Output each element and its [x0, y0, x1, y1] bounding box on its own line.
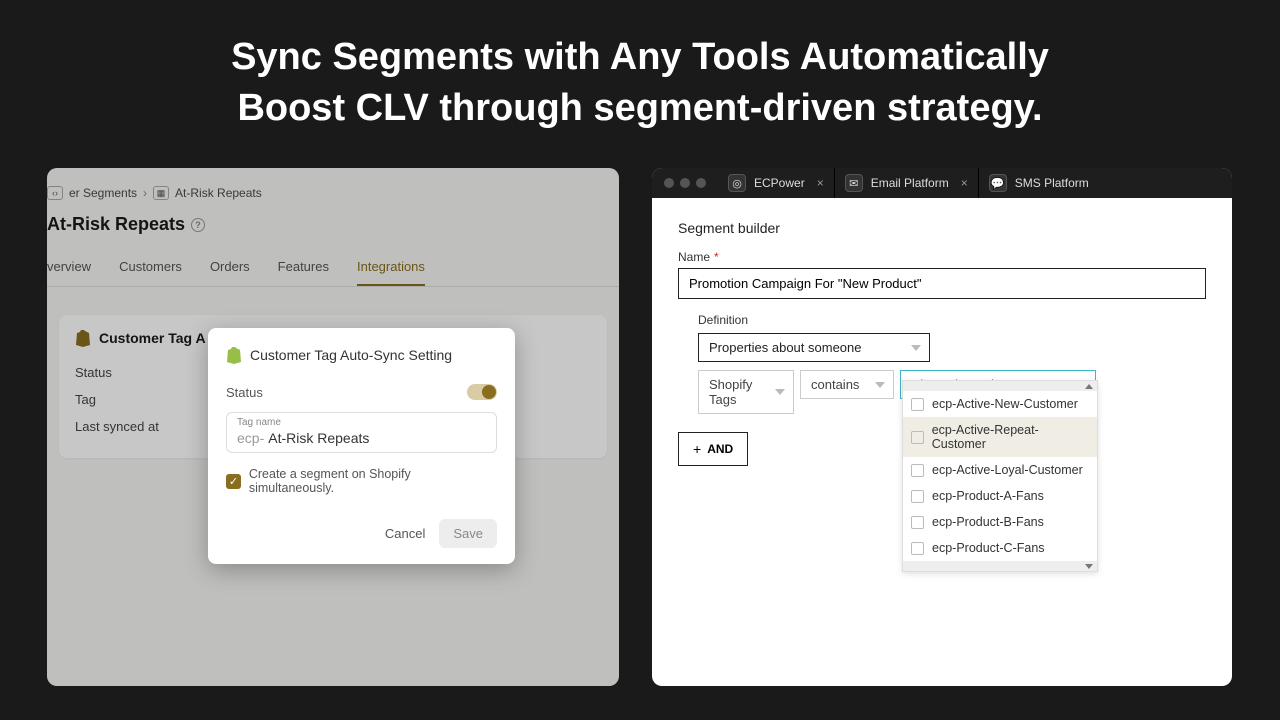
- modal-title: Customer Tag Auto-Sync Setting: [226, 346, 497, 364]
- modal-status-row: Status: [226, 384, 497, 400]
- autosync-modal: Customer Tag Auto-Sync Setting Status Ta…: [208, 328, 515, 564]
- definition-label: Definition: [698, 313, 1206, 327]
- chevron-down-icon: [911, 345, 921, 351]
- tab-label: ECPower: [754, 176, 805, 190]
- option-label: ecp-Active-Loyal-Customer: [932, 463, 1083, 477]
- tab-label: Email Platform: [871, 176, 949, 190]
- required-asterisk: *: [714, 250, 719, 264]
- plus-icon: +: [693, 441, 701, 457]
- dropdown-option[interactable]: ecp-Active-Loyal-Customer: [903, 457, 1097, 483]
- tab-sms-platform[interactable]: 💬 SMS Platform: [979, 168, 1099, 198]
- tag-name-input-container[interactable]: Tag name ecp- At-Risk Repeats: [226, 412, 497, 453]
- dropdown-option[interactable]: ecp-Product-C-Fans: [903, 535, 1097, 561]
- option-label: ecp-Product-A-Fans: [932, 489, 1044, 503]
- option-checkbox[interactable]: [911, 464, 924, 477]
- add-and-condition-button[interactable]: + AND: [678, 432, 748, 466]
- filter-field-value: Shopify Tags: [709, 377, 765, 407]
- name-label-text: Name: [678, 250, 710, 264]
- arrow-up-icon: [1085, 384, 1093, 389]
- segment-builder-title: Segment builder: [678, 220, 1206, 236]
- option-checkbox[interactable]: [911, 431, 924, 444]
- option-label: ecp-Active-New-Customer: [932, 397, 1078, 411]
- tag-name-input[interactable]: At-Risk Repeats: [268, 430, 369, 446]
- tab-ecpower[interactable]: ◎ ECPower ×: [718, 168, 835, 198]
- modal-title-text: Customer Tag Auto-Sync Setting: [250, 347, 452, 363]
- option-label: ecp-Active-Repeat-Customer: [932, 423, 1089, 451]
- save-button[interactable]: Save: [439, 519, 497, 548]
- dropdown-option[interactable]: ecp-Product-B-Fans: [903, 509, 1097, 535]
- option-label: ecp-Product-B-Fans: [932, 515, 1044, 529]
- tab-email-platform[interactable]: ✉ Email Platform ×: [835, 168, 979, 198]
- dropdown-option[interactable]: ecp-Active-New-Customer: [903, 391, 1097, 417]
- dropdown-option[interactable]: ecp-Active-Repeat-Customer: [903, 417, 1097, 457]
- create-segment-label: Create a segment on Shopify simultaneous…: [249, 467, 497, 495]
- dimension-dropdown[interactable]: ecp-Active-New-Customer ecp-Active-Repea…: [902, 380, 1098, 572]
- arrow-down-icon: [1085, 564, 1093, 569]
- definition-select-value: Properties about someone: [709, 340, 861, 355]
- headline-line1: Sync Segments with Any Tools Automatical…: [0, 32, 1280, 83]
- create-segment-checkbox[interactable]: ✓: [226, 474, 241, 489]
- email-icon: ✉: [845, 174, 863, 192]
- tab-label: SMS Platform: [1015, 176, 1089, 190]
- option-checkbox[interactable]: [911, 516, 924, 529]
- option-label: ecp-Product-C-Fans: [932, 541, 1045, 555]
- close-icon[interactable]: ×: [817, 176, 824, 190]
- shopify-icon: [226, 346, 242, 364]
- tag-name-label: Tag name: [237, 417, 486, 428]
- status-toggle[interactable]: [467, 384, 497, 400]
- segment-name-input[interactable]: [678, 268, 1206, 299]
- option-checkbox[interactable]: [911, 542, 924, 555]
- option-checkbox[interactable]: [911, 490, 924, 503]
- status-label: Status: [226, 385, 263, 400]
- modal-actions: Cancel Save: [226, 519, 497, 548]
- chevron-down-icon: [775, 389, 785, 395]
- option-checkbox[interactable]: [911, 398, 924, 411]
- create-segment-row[interactable]: ✓ Create a segment on Shopify simultaneo…: [226, 467, 497, 495]
- name-label: Name *: [678, 250, 1206, 264]
- sms-icon: 💬: [989, 174, 1007, 192]
- definition-select[interactable]: Properties about someone: [698, 333, 930, 362]
- cancel-button[interactable]: Cancel: [385, 519, 425, 548]
- email-platform-panel: ◎ ECPower × ✉ Email Platform × 💬 SMS Pla…: [652, 168, 1232, 686]
- shopify-app-panel: ‹› er Segments › ▦ At-Risk Repeats At-Ri…: [47, 168, 619, 686]
- scroll-down[interactable]: [903, 561, 1097, 571]
- chevron-down-icon: [875, 382, 885, 388]
- close-icon[interactable]: ×: [961, 176, 968, 190]
- traffic-lights[interactable]: [652, 168, 718, 198]
- filter-operator-select[interactable]: contains: [800, 370, 894, 399]
- headline: Sync Segments with Any Tools Automatical…: [0, 0, 1280, 135]
- scroll-up[interactable]: [903, 381, 1097, 391]
- ecpower-icon: ◎: [728, 174, 746, 192]
- window-tabs: ◎ ECPower × ✉ Email Platform × 💬 SMS Pla…: [652, 168, 1232, 198]
- and-label: AND: [707, 442, 733, 456]
- tag-prefix: ecp-: [237, 430, 264, 446]
- filter-field-select[interactable]: Shopify Tags: [698, 370, 794, 414]
- headline-line2: Boost CLV through segment-driven strateg…: [0, 83, 1280, 134]
- filter-operator-value: contains: [811, 377, 859, 392]
- dropdown-option[interactable]: ecp-Product-A-Fans: [903, 483, 1097, 509]
